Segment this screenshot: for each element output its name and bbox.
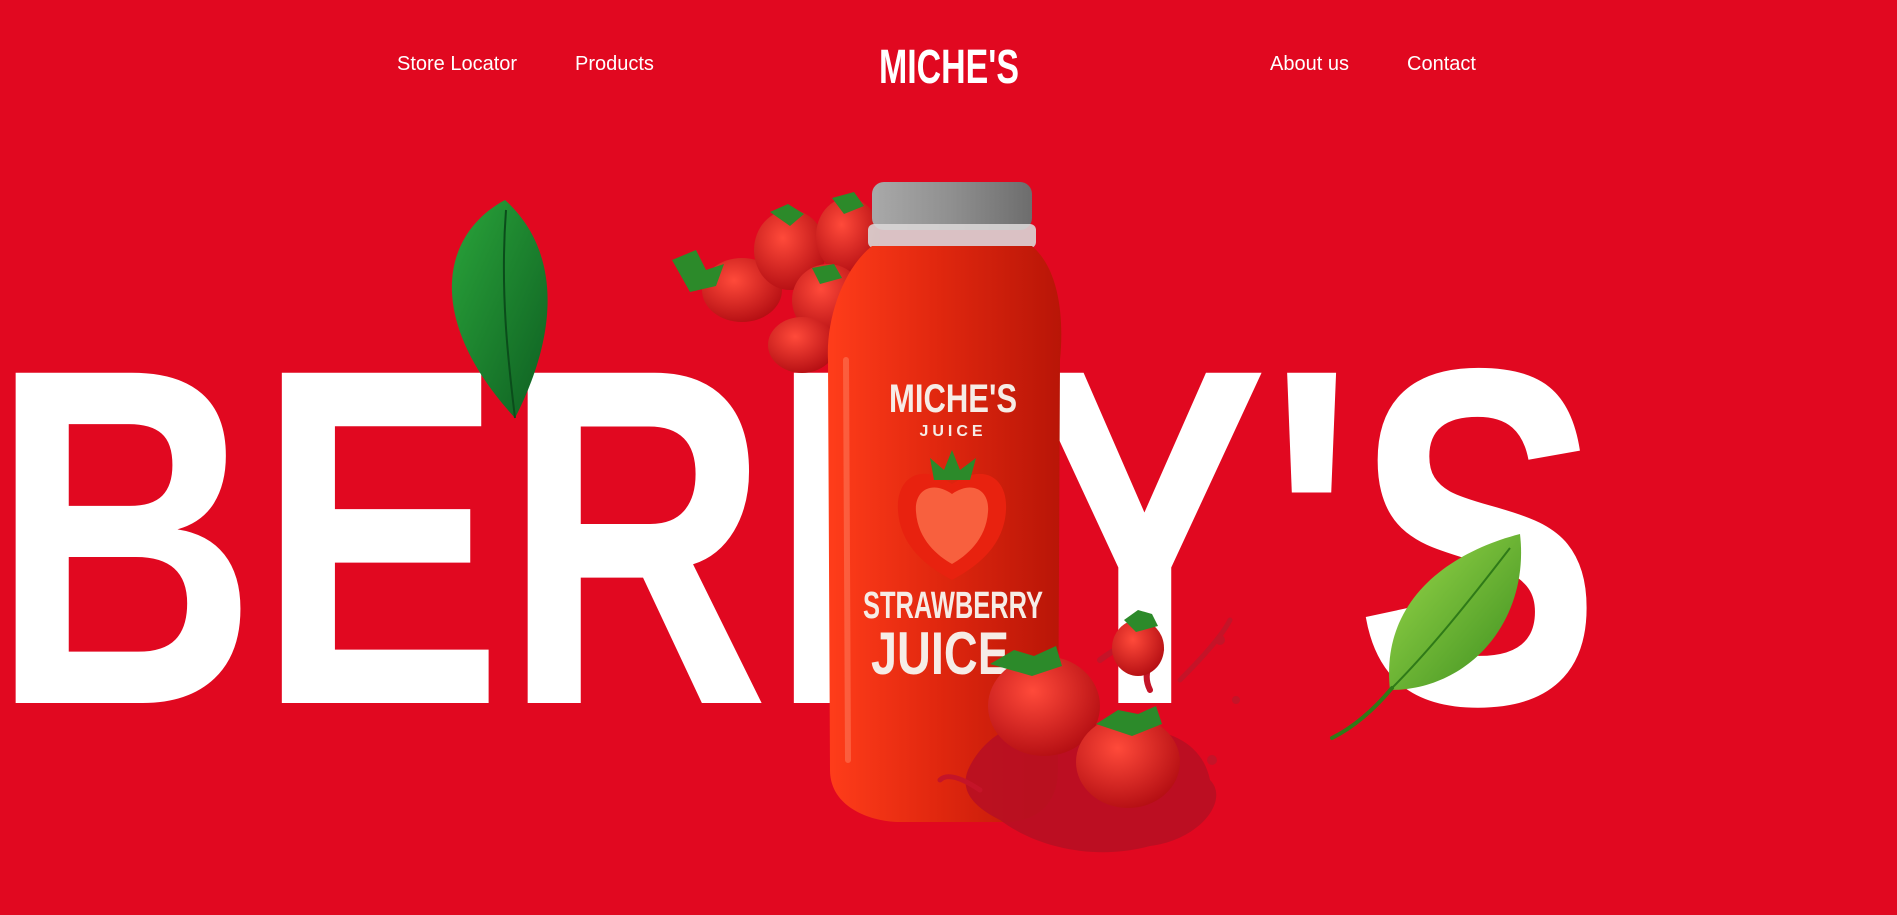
bottle-product-text: JUICE	[871, 620, 1009, 687]
bottle-cap	[872, 182, 1032, 230]
nav-store-locator-link[interactable]: Store Locator	[397, 52, 517, 76]
brand-logo-text: MICHE'S	[879, 41, 1019, 92]
top-navigation: Store Locator Products MICHE'S About us …	[0, 0, 1897, 130]
nav-contact-link[interactable]: Contact	[1407, 52, 1476, 76]
nav-products-link[interactable]: Products	[575, 52, 654, 76]
hero-section: BERRY'S MICHE'S JUICE STRAWBERRY JUICE	[0, 0, 1897, 915]
brand-logo-wordmark: MICHE'S	[879, 41, 1019, 92]
bottle-brand-sub-text: JUICE	[919, 423, 986, 440]
brand-logo[interactable]: MICHE'S	[879, 36, 1019, 92]
nav-about-us-link[interactable]: About us	[1270, 52, 1349, 76]
bottle-brand-text: MICHE'S	[889, 377, 1017, 421]
hero-artwork: BERRY'S MICHE'S JUICE STRAWBERRY JUICE	[0, 182, 1601, 853]
